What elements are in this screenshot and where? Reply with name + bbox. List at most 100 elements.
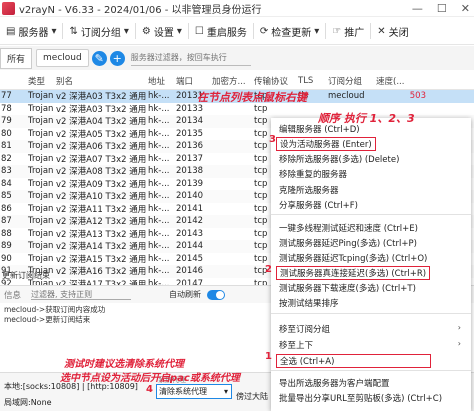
row-port: 20144 bbox=[176, 241, 204, 252]
row-type: Trojan bbox=[28, 191, 54, 202]
row-index: 88 bbox=[1, 228, 12, 239]
menu-export-client-config[interactable]: 导出所选服务器为客户端配置 bbox=[279, 377, 390, 389]
menu-move-to-group[interactable]: 移至订阅分组 bbox=[279, 323, 330, 335]
row-subscription: mecloud bbox=[328, 91, 365, 102]
lan-status: 局域网:None bbox=[4, 398, 52, 407]
menu-multi-test[interactable]: 一键多线程测试延迟和速度 (Ctrl+E) bbox=[279, 222, 418, 234]
routing-status[interactable]: 傍过大陆 bbox=[236, 391, 268, 402]
subscription-tabs: 所有 mecloud ✎ + bbox=[0, 46, 474, 70]
row-index: 81 bbox=[1, 141, 12, 152]
row-type: Trojan bbox=[28, 141, 54, 152]
tab-mecloud[interactable]: mecloud bbox=[36, 49, 89, 67]
log-line: mecloud->更新订阅结束 bbox=[4, 315, 91, 324]
chevron-down-icon: ▾ bbox=[314, 25, 320, 37]
menu-remove-selected[interactable]: 移除所选服务器(多选) (Delete) bbox=[279, 153, 399, 165]
col-port[interactable]: 端口 bbox=[176, 75, 212, 87]
row-type: Trojan bbox=[28, 91, 54, 102]
col-transport[interactable]: 传输协议 bbox=[254, 75, 298, 87]
row-address: hk-... bbox=[148, 178, 170, 189]
row-address: hk-... bbox=[148, 203, 170, 214]
col-address[interactable]: 地址 bbox=[148, 75, 176, 87]
menu-clone-server[interactable]: 克隆所选服务器 bbox=[279, 184, 339, 196]
row-name: v2 深港A05 T3x2 通用 bbox=[56, 129, 147, 140]
row-address: hk-... bbox=[148, 216, 170, 227]
annotation-tip-2: 选中节点设为活动后开启pac或系统代理 bbox=[60, 373, 240, 384]
auto-refresh-label: 自动刷新 bbox=[169, 290, 202, 299]
edit-subscription-button[interactable]: ✎ bbox=[91, 50, 107, 66]
col-speed[interactable]: 速度(... bbox=[376, 75, 426, 87]
window-controls: — ☐ ✕ bbox=[412, 2, 470, 15]
col-tls[interactable]: TLS bbox=[298, 76, 328, 86]
app-logo-icon bbox=[2, 1, 15, 15]
log-filter-input[interactable] bbox=[31, 289, 132, 300]
row-index: 86 bbox=[1, 203, 12, 214]
system-proxy-select[interactable]: 清除系统代理 ▾ bbox=[156, 384, 232, 399]
minimize-button[interactable]: — bbox=[412, 2, 423, 15]
menu-set-active-server[interactable]: 设为活动服务器 (Enter) bbox=[276, 137, 376, 151]
menu-divider bbox=[271, 214, 471, 215]
gear-icon: ⚙ bbox=[141, 25, 151, 37]
menu-remove-duplicate[interactable]: 移除重复的服务器 bbox=[279, 168, 347, 180]
row-type: Trojan bbox=[28, 128, 54, 139]
col-encryption[interactable]: 加密方... bbox=[212, 75, 254, 87]
auto-refresh-toggle[interactable] bbox=[207, 289, 226, 300]
chevron-down-icon: ▾ bbox=[123, 25, 129, 37]
menu-export-share-url[interactable]: 批量导出分享URL至剪贴板(多选) (Ctrl+C) bbox=[279, 392, 442, 404]
col-type[interactable]: 类型 bbox=[28, 75, 56, 87]
maximize-button[interactable]: ☐ bbox=[437, 2, 447, 15]
col-name[interactable]: 别名 bbox=[56, 75, 148, 87]
restart-icon: ☐ bbox=[194, 25, 204, 37]
menu-share-server[interactable]: 分享服务器 (Ctrl+F) bbox=[279, 199, 358, 211]
row-name: v2 深港A04 T3x2 通用 bbox=[56, 117, 147, 128]
menu-test-speed[interactable]: 测试服务器下载速度(多选) (Ctrl+T) bbox=[279, 282, 416, 294]
row-name: v2 深港A06 T3x2 通用 bbox=[56, 142, 147, 153]
row-address: hk-... bbox=[148, 253, 170, 264]
table-header: 类型 别名 地址 端口 加密方... 传输协议 TLS 订阅分组 速度(... bbox=[0, 72, 474, 90]
row-name: v2 深港A10 T3x2 通用 bbox=[56, 192, 147, 203]
chevron-down-icon: ▾ bbox=[223, 387, 228, 396]
annotation-order: 顺序 执行 1、2、3 bbox=[318, 112, 415, 125]
menu-test-ping[interactable]: 测试服务器延迟Ping(多选) (Ctrl+P) bbox=[279, 237, 417, 249]
row-address: hk-... bbox=[148, 153, 170, 164]
promote-icon: ☞ bbox=[332, 25, 342, 37]
row-index: 80 bbox=[1, 128, 12, 139]
row-type: Trojan bbox=[28, 166, 54, 177]
promote-button[interactable]: ☞ 推广 bbox=[326, 20, 370, 42]
close-window-button[interactable]: ✕ bbox=[461, 2, 470, 15]
row-port: 20142 bbox=[176, 216, 204, 227]
server-filter-input[interactable] bbox=[130, 50, 251, 66]
col-subscription[interactable]: 订阅分组 bbox=[328, 75, 376, 87]
menu-select-all[interactable]: 全选 (Ctrl+A) bbox=[276, 354, 431, 368]
add-subscription-button[interactable]: + bbox=[109, 50, 125, 66]
annotation-number: 1 bbox=[265, 351, 272, 362]
row-port: 20145 bbox=[176, 253, 204, 264]
row-index: 79 bbox=[1, 116, 12, 127]
row-address: hk-... bbox=[148, 191, 170, 202]
chevron-down-icon: ▾ bbox=[51, 25, 57, 37]
row-name: v2 深港A09 T3x2 通用 bbox=[56, 179, 147, 190]
menu-test-tcping[interactable]: 测试服务器延迟Tcping(多选) (Ctrl+O) bbox=[279, 252, 427, 264]
row-port: 20143 bbox=[176, 228, 204, 239]
submenu-arrow-icon: › bbox=[457, 339, 461, 348]
row-port: 20139 bbox=[176, 178, 204, 189]
settings-button[interactable]: ⚙ 设置 ▾ bbox=[136, 20, 188, 42]
log-line: mecloud->获取订阅内容成功 bbox=[4, 305, 106, 314]
row-name: v2 深港A15 T3x2 通用 bbox=[56, 254, 147, 265]
menu-test-real-delay[interactable]: 测试服务器真连接延迟(多选) (Ctrl+R) bbox=[276, 266, 431, 280]
menu-sort-by-result[interactable]: 按测试结果排序 bbox=[279, 297, 339, 309]
subscription-icon: ⇅ bbox=[69, 25, 78, 37]
check-update-button[interactable]: ⟳ 检查更新 ▾ bbox=[254, 20, 325, 42]
row-name: v2 深港A13 T3x2 通用 bbox=[56, 229, 147, 240]
row-name: v2 深港A07 T3x2 通用 bbox=[56, 154, 147, 165]
server-icon: ▤ bbox=[6, 25, 16, 37]
subscription-button[interactable]: ⇅ 订阅分组 ▾ bbox=[63, 20, 134, 42]
row-type: Trojan bbox=[28, 216, 54, 227]
menu-move-up-down[interactable]: 移至上下 bbox=[279, 339, 313, 351]
servers-button[interactable]: ▤ 服务器 ▾ bbox=[0, 20, 62, 42]
tab-all[interactable]: 所有 bbox=[0, 47, 33, 69]
title-bar: v2rayN - V6.33 - 2024/01/06 - 以非管理员身份运行 … bbox=[0, 0, 474, 17]
restart-service-button[interactable]: ☐ 重启服务 bbox=[189, 20, 253, 42]
close-button[interactable]: ✕ 关闭 bbox=[371, 20, 414, 42]
window-title: v2rayN - V6.33 - 2024/01/06 - 以非管理员身份运行 bbox=[19, 4, 262, 16]
row-address: hk-... bbox=[148, 141, 170, 152]
